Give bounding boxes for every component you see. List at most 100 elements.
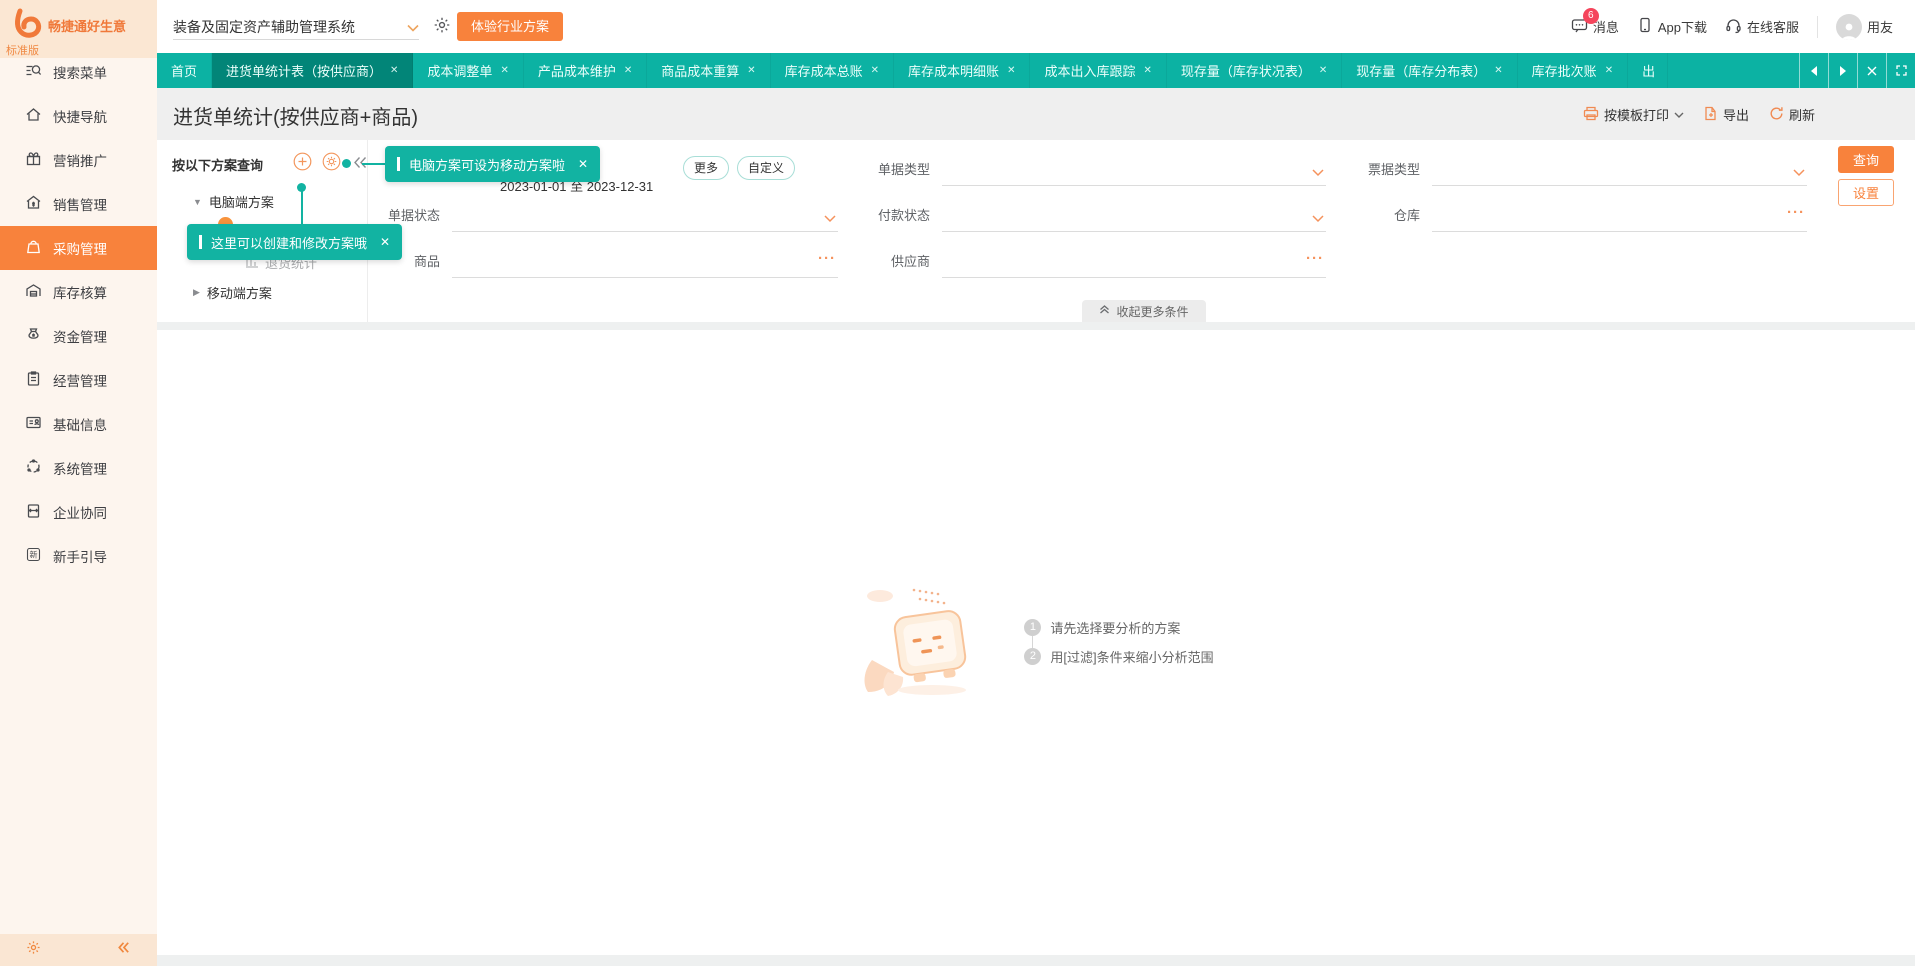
tab-close-icon[interactable]: ✕: [1007, 65, 1015, 76]
chevron-down-icon[interactable]: [1312, 164, 1324, 182]
tree-node-mobile-schemes[interactable]: ▶ 移动端方案: [193, 283, 272, 302]
goods-picker[interactable]: ···: [452, 246, 838, 278]
date-more-pill[interactable]: 更多: [683, 156, 729, 180]
tab-scroll-right-icon[interactable]: [1828, 53, 1857, 88]
tab-cost-in-out-tracking[interactable]: 成本出入库跟踪✕: [1030, 53, 1166, 88]
sidebar-item-inventory[interactable]: 库存核算: [0, 270, 157, 314]
online-service-button[interactable]: 在线客服: [1725, 17, 1799, 37]
system-select[interactable]: 装备及固定资产辅助管理系统: [173, 14, 419, 40]
chevron-down-icon: [1674, 107, 1684, 122]
ellipsis-picker-icon[interactable]: ···: [818, 250, 836, 267]
sidebar-item-label: 系统管理: [53, 458, 107, 478]
guide-anchor-dot: [342, 159, 351, 168]
tab-close-icon[interactable]: ✕: [1319, 65, 1327, 76]
header-gear-icon[interactable]: [433, 16, 451, 39]
chevron-down-icon[interactable]: [1793, 164, 1805, 182]
tab-close-icon[interactable]: ✕: [747, 65, 755, 76]
tab-cost-adjustment[interactable]: 成本调整单✕: [413, 53, 523, 88]
tab-product-cost-maintenance[interactable]: 产品成本维护✕: [524, 53, 647, 88]
tab-close-icon[interactable]: ✕: [1605, 65, 1613, 76]
sidebar-item-marketing[interactable]: 营销推广: [0, 138, 157, 182]
tab-goods-cost-recalc[interactable]: 商品成本重算✕: [647, 53, 770, 88]
header-divider: [1817, 16, 1818, 38]
tree-collapse-icon[interactable]: ▶: [193, 287, 200, 298]
app-download-button[interactable]: App下载: [1637, 17, 1707, 36]
top-header: 装备及固定资产辅助管理系统 体验行业方案 消息 6 App下载 在线客服 用友: [157, 0, 1915, 53]
close-icon[interactable]: ✕: [578, 157, 588, 171]
tab-close-icon[interactable]: ✕: [871, 65, 879, 76]
tab-stock-distribution-table[interactable]: 现存量（库存分布表）✕: [1342, 53, 1517, 88]
ellipsis-picker-icon[interactable]: ···: [1306, 250, 1324, 267]
tab-purchase-stats-supplier[interactable]: 进货单统计表（按供应商）✕: [212, 53, 413, 88]
tab-close-all-icon[interactable]: [1857, 53, 1886, 88]
tab-close-icon[interactable]: ✕: [1143, 65, 1151, 76]
user-menu[interactable]: 用友: [1836, 14, 1893, 40]
hint-text: 用[过滤]条件来缩小分析范围: [1050, 647, 1213, 666]
sidebar-item-funds[interactable]: 资金管理: [0, 314, 157, 358]
tab-close-icon[interactable]: ✕: [390, 65, 398, 76]
print-by-template-button[interactable]: 按模板打印: [1583, 105, 1684, 124]
home-icon: [25, 106, 42, 126]
guide-connector-line: [301, 191, 303, 224]
sidebar-item-search-menu[interactable]: 搜索菜单: [0, 50, 157, 94]
tooltip-text: 这里可以创建和修改方案哦: [211, 233, 367, 252]
messages-button[interactable]: 消息 6: [1571, 17, 1619, 37]
refresh-button[interactable]: 刷新: [1769, 105, 1815, 124]
export-button[interactable]: 导出: [1704, 105, 1749, 124]
tab-bar: 首页 进货单统计表（按供应商）✕ 成本调整单✕ 产品成本维护✕ 商品成本重算✕ …: [157, 53, 1915, 88]
sidebar-item-system[interactable]: 系统管理: [0, 446, 157, 490]
sidebar-item-beginner-guide[interactable]: 新 新手引导: [0, 534, 157, 578]
sidebar-item-label: 经营管理: [53, 370, 107, 390]
tab-home[interactable]: 首页: [157, 53, 212, 88]
tab-inventory-batch-ledger[interactable]: 库存批次账✕: [1518, 53, 1628, 88]
collapse-sidebar-icon[interactable]: [116, 940, 131, 960]
ticket-type-select[interactable]: [1432, 154, 1807, 186]
scheme-settings-gear-icon[interactable]: [322, 152, 341, 176]
supplier-picker[interactable]: ···: [942, 246, 1326, 278]
sidebar-item-collaboration[interactable]: 企业协同: [0, 490, 157, 534]
sidebar-item-base-info[interactable]: 基础信息: [0, 402, 157, 446]
collapse-scheme-panel-icon[interactable]: [353, 156, 367, 174]
date-custom-pill[interactable]: 自定义: [737, 156, 795, 180]
system-sync-icon: [25, 458, 42, 478]
tab-scroll-left-icon[interactable]: [1799, 53, 1828, 88]
tab-close-icon[interactable]: ✕: [500, 65, 508, 76]
chevron-down-icon[interactable]: [824, 210, 836, 228]
add-scheme-icon[interactable]: [293, 152, 312, 176]
pay-status-select[interactable]: [942, 200, 1326, 232]
tab-stock-status-table[interactable]: 现存量（库存状况表）✕: [1167, 53, 1342, 88]
fullscreen-icon[interactable]: [1886, 53, 1915, 88]
settings-button[interactable]: 设置: [1838, 179, 1894, 206]
tab-inventory-cost-detail[interactable]: 库存成本明细账✕: [894, 53, 1030, 88]
query-button[interactable]: 查询: [1838, 146, 1894, 173]
tree-node-pc-schemes[interactable]: ▼ 电脑端方案: [193, 192, 274, 211]
tree-expand-icon[interactable]: ▼: [193, 197, 202, 207]
close-icon[interactable]: ✕: [380, 235, 390, 249]
header-right: 消息 6 App下载 在线客服 用友: [1571, 0, 1893, 53]
tab-close-icon[interactable]: ✕: [624, 65, 632, 76]
sidebar-item-label: 企业协同: [53, 502, 107, 522]
sidebar-item-label: 快捷导航: [53, 106, 107, 126]
doc-status-select[interactable]: [452, 200, 838, 232]
empty-robot-illustration: [858, 580, 998, 703]
sidebar-item-quick-nav[interactable]: 快捷导航: [0, 94, 157, 138]
ticket-type-label: 票据类型: [1340, 154, 1420, 186]
sidebar-item-purchase[interactable]: 采购管理: [0, 226, 157, 270]
doc-type-select[interactable]: [942, 154, 1326, 186]
tab-close-icon[interactable]: ✕: [1494, 65, 1502, 76]
title-row: 进货单统计(按供应商+商品) 按模板打印 导出 刷新: [157, 88, 1915, 140]
try-industry-plan-button[interactable]: 体验行业方案: [457, 12, 563, 41]
ellipsis-picker-icon[interactable]: ···: [1787, 204, 1805, 221]
sidebar-item-operations[interactable]: 经营管理: [0, 358, 157, 402]
warehouse-picker[interactable]: ···: [1432, 200, 1807, 232]
brand-logo-icon: [10, 6, 46, 47]
collapse-more-conditions[interactable]: 收起更多条件: [1082, 300, 1206, 322]
chevron-down-icon[interactable]: [1312, 210, 1324, 228]
sidebar-item-sales[interactable]: 销售管理: [0, 182, 157, 226]
sidebar-bottom-bar: [0, 934, 157, 966]
tree-node-label: 电脑端方案: [209, 192, 274, 211]
settings-gear-icon[interactable]: [26, 940, 41, 960]
tab-inventory-cost-ledger[interactable]: 库存成本总账✕: [771, 53, 894, 88]
purchase-bag-icon: [25, 238, 42, 258]
tab-truncated[interactable]: 出: [1628, 53, 1668, 88]
